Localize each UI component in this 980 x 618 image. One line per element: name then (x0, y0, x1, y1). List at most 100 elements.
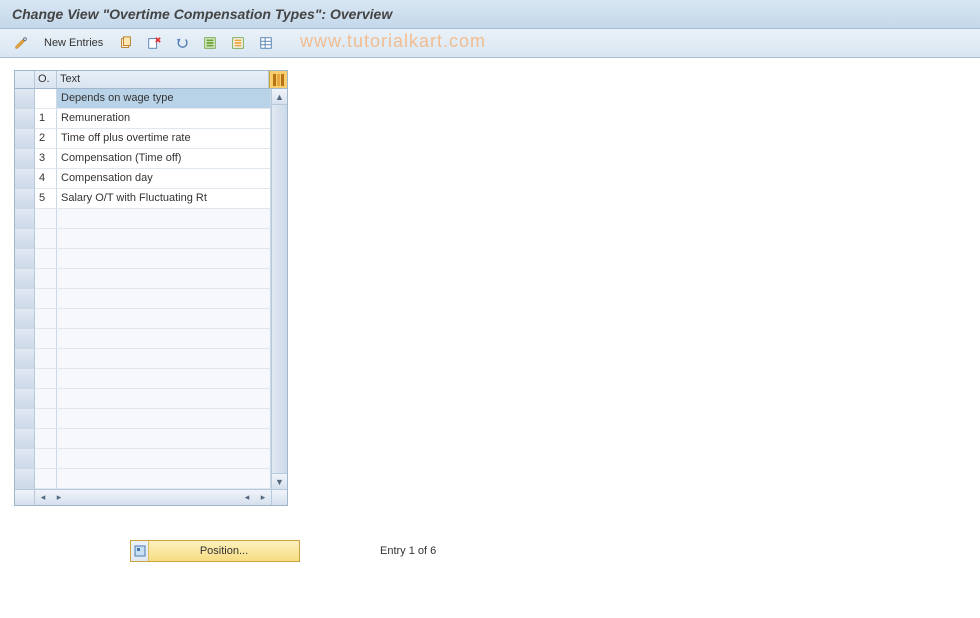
cell-id (35, 389, 57, 409)
cell-id (35, 209, 57, 229)
cell-id[interactable]: 2 (35, 129, 57, 149)
cell-id (35, 289, 57, 309)
cell-text[interactable]: Compensation day (57, 169, 271, 189)
position-button[interactable]: Position... (130, 540, 300, 562)
cell-text (57, 309, 271, 329)
cell-id[interactable]: 4 (35, 169, 57, 189)
vertical-scrollbar[interactable]: ▲ ▼ (271, 89, 287, 489)
cell-id[interactable]: 1 (35, 109, 57, 129)
row-selector (15, 309, 35, 329)
new-entries-button[interactable]: New Entries (38, 33, 109, 53)
table-settings-button[interactable] (255, 33, 277, 53)
cell-text[interactable]: Time off plus overtime rate (57, 129, 271, 149)
row-selector[interactable] (15, 129, 35, 149)
table-row-empty (15, 449, 271, 469)
table-row[interactable]: Depends on wage type (15, 89, 271, 109)
cell-text (57, 289, 271, 309)
row-selector (15, 269, 35, 289)
row-selector[interactable] (15, 149, 35, 169)
cell-text[interactable]: Compensation (Time off) (57, 149, 271, 169)
cell-text (57, 429, 271, 449)
table-row-empty (15, 369, 271, 389)
cell-id (35, 449, 57, 469)
table-row[interactable]: 5Salary O/T with Fluctuating Rt (15, 189, 271, 209)
hscroll-spacer (15, 490, 35, 505)
delete-icon (147, 36, 161, 50)
toggle-edit-button[interactable] (10, 33, 32, 53)
cell-text[interactable]: Depends on wage type (57, 89, 271, 109)
triangle-left-icon: ▸ (57, 492, 62, 503)
column-header-text[interactable]: Text (57, 71, 269, 88)
deselect-all-icon (231, 36, 245, 50)
hscroll-right-button[interactable]: ◂ (239, 492, 255, 503)
row-selector[interactable] (15, 169, 35, 189)
table-row[interactable]: 3Compensation (Time off) (15, 149, 271, 169)
data-table: O. Text Depends on wage type1Remuneratio… (14, 70, 288, 506)
row-selector (15, 469, 35, 489)
cell-id (35, 269, 57, 289)
table-row-empty (15, 289, 271, 309)
cell-id[interactable] (35, 89, 57, 109)
cell-text[interactable]: Salary O/T with Fluctuating Rt (57, 189, 271, 209)
row-selector (15, 329, 35, 349)
copy-icon (119, 36, 133, 50)
select-all-icon (203, 36, 217, 50)
row-selector[interactable] (15, 89, 35, 109)
scroll-track[interactable] (272, 105, 287, 473)
cell-id (35, 469, 57, 489)
table-row-empty (15, 329, 271, 349)
table-row[interactable]: 1Remuneration (15, 109, 271, 129)
undo-button[interactable] (171, 33, 193, 53)
hscroll-left-button[interactable]: ▸ (51, 492, 67, 503)
cell-text (57, 449, 271, 469)
table-row-empty (15, 469, 271, 489)
table-row-empty (15, 389, 271, 409)
table-row-empty (15, 269, 271, 289)
table-row-empty (15, 309, 271, 329)
table-row-empty (15, 409, 271, 429)
content-area: O. Text Depends on wage type1Remuneratio… (0, 58, 980, 518)
copy-button[interactable] (115, 33, 137, 53)
table-row-empty (15, 229, 271, 249)
scroll-down-button[interactable]: ▼ (272, 473, 287, 489)
entry-status-text: Entry 1 of 6 (380, 545, 436, 557)
column-header-o[interactable]: O. (35, 71, 57, 88)
select-all-button[interactable] (199, 33, 221, 53)
table-row[interactable]: 4Compensation day (15, 169, 271, 189)
cell-text (57, 209, 271, 229)
configure-columns-button[interactable] (269, 71, 287, 88)
undo-icon (175, 36, 189, 50)
footer-bar: Position... Entry 1 of 6 (0, 540, 980, 562)
cell-id (35, 309, 57, 329)
cell-text (57, 269, 271, 289)
row-selector (15, 369, 35, 389)
pencil-glasses-icon (14, 36, 28, 50)
horizontal-scrollbar[interactable]: ◂ ▸ ◂ ▸ (15, 489, 287, 505)
row-selector[interactable] (15, 109, 35, 129)
row-selector[interactable] (15, 189, 35, 209)
cell-id (35, 429, 57, 449)
row-selector (15, 349, 35, 369)
position-button-label: Position... (149, 545, 299, 557)
table-config-icon (259, 36, 273, 50)
triangle-first-icon: ◂ (41, 492, 46, 503)
column-header-selector[interactable] (15, 71, 35, 88)
hscroll-last-button[interactable]: ▸ (255, 492, 271, 503)
toolbar: New Entries www.tutorialkart.com (0, 29, 980, 58)
delete-button[interactable] (143, 33, 165, 53)
deselect-all-button[interactable] (227, 33, 249, 53)
cell-text[interactable]: Remuneration (57, 109, 271, 129)
cell-id[interactable]: 3 (35, 149, 57, 169)
table-row[interactable]: 2Time off plus overtime rate (15, 129, 271, 149)
hscroll-first-button[interactable]: ◂ (35, 492, 51, 503)
cell-text (57, 369, 271, 389)
table-row-empty (15, 349, 271, 369)
cell-id (35, 229, 57, 249)
scroll-up-button[interactable]: ▲ (272, 89, 287, 105)
position-icon (131, 541, 149, 561)
row-selector (15, 409, 35, 429)
cell-id[interactable]: 5 (35, 189, 57, 209)
cell-text (57, 409, 271, 429)
columns-icon (272, 73, 286, 87)
cell-text (57, 229, 271, 249)
